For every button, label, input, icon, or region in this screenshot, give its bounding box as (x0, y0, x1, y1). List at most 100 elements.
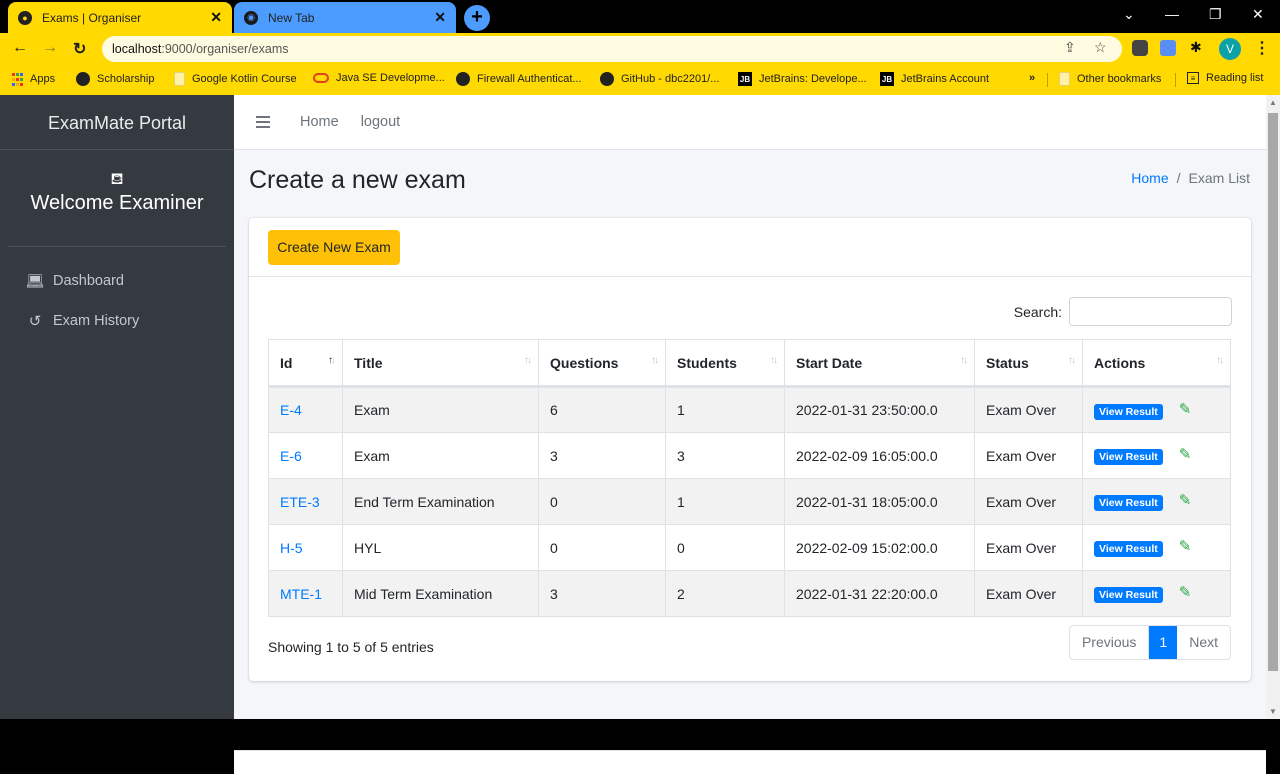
edit-pencil-icon[interactable]: ✎ (1179, 537, 1192, 555)
edit-pencil-icon[interactable]: ✎ (1179, 583, 1192, 601)
bookmark-scholarship[interactable]: Scholarship (76, 72, 154, 86)
back-icon[interactable]: ← (12, 39, 28, 57)
cell-questions: 3 (538, 570, 666, 617)
cell-actions: View Result ✎ (1082, 524, 1231, 571)
view-result-button[interactable]: View Result (1094, 587, 1163, 603)
column-label: Status (986, 354, 1029, 371)
column-header-actions[interactable]: Actions ↑↓ (1082, 339, 1231, 388)
nav-logout-link[interactable]: logout (361, 114, 401, 130)
browser-toolbar: ← → ↻ i localhost:9000/organiser/exams ⇪… (0, 33, 1280, 470)
exam-id-link[interactable]: ETE-3 (280, 494, 320, 510)
bookmark-github[interactable]: GitHub - dbc2201/... (600, 72, 719, 86)
apps-grid-icon (12, 72, 23, 86)
cell-students: 3 (665, 432, 785, 479)
globe-icon (456, 72, 470, 86)
exam-id-link[interactable]: H-5 (280, 540, 303, 556)
brand-link[interactable]: ExamMate Portal (0, 95, 234, 150)
pagination-next[interactable]: Next (1177, 626, 1230, 659)
table-info: Showing 1 to 5 of 5 entries (268, 639, 434, 655)
reading-list[interactable]: ≡ Reading list (1187, 72, 1263, 84)
page-scrollbar[interactable]: ▲ ▼ (1266, 95, 1280, 719)
bookmark-jetbrains-developer[interactable]: JB JetBrains: Develope... (738, 72, 867, 86)
view-result-button[interactable]: View Result (1094, 403, 1163, 420)
table-row: E-4 Exam 6 1 2022-01-31 23:50:00.0 Exam Over V… (268, 386, 1231, 433)
column-header-questions[interactable]: Questions ↑↓ (538, 339, 666, 388)
cell-students: 1 (665, 478, 785, 525)
view-result-button[interactable]: View Result (1094, 449, 1163, 465)
pagination-previous[interactable]: Previous (1070, 626, 1150, 659)
address-bar[interactable]: i localhost:9000/organiser/exams (102, 36, 1122, 470)
reload-icon[interactable]: ↻ (73, 39, 86, 59)
hamburger-menu-icon[interactable] (256, 113, 270, 131)
breadcrumb-home-link[interactable]: Home (1131, 170, 1168, 186)
view-result-button[interactable]: View Result (1094, 495, 1163, 511)
minimize-icon[interactable]: — (1165, 6, 1179, 22)
edit-pencil-icon[interactable]: ✎ (1179, 491, 1192, 509)
tab-search-icon[interactable]: ⌄ (1123, 6, 1135, 23)
exam-id-link[interactable]: E-4 (280, 402, 302, 418)
sidebar-item-exam-history[interactable]: ↺ Exam History (0, 301, 234, 341)
column-header-id[interactable]: Id ↑↓ (268, 339, 343, 388)
bookmark-label: Other bookmarks (1077, 73, 1162, 85)
exam-id-link[interactable]: E-6 (280, 448, 302, 464)
share-icon[interactable]: ⇪ (1064, 39, 1076, 56)
cell-actions: View Result ✎ (1082, 432, 1231, 479)
view-result-button[interactable]: View Result (1094, 541, 1163, 557)
table-row: E-6 Exam 3 3 2022-02-09 16:05:00.0 Exam Over V… (268, 432, 1231, 479)
column-header-students[interactable]: Students ↑↓ (665, 339, 785, 388)
sidebar-item-dashboard[interactable]: 💻︎ Dashboard (0, 261, 234, 301)
forward-icon[interactable]: → (42, 39, 58, 57)
close-tab-icon[interactable]: ✕ (434, 9, 446, 26)
bookmark-kotlin[interactable]: Google Kotlin Course (174, 72, 297, 86)
cell-students: 0 (665, 524, 785, 571)
table-row: ETE-3 End Term Examination 0 1 2022-01-31 18… (268, 478, 1231, 525)
exam-id-link[interactable]: MTE-1 (280, 586, 322, 602)
breadcrumb: Home / Exam List (1131, 170, 1250, 186)
cell-actions: View Result ✎ (1082, 570, 1231, 617)
menu-kebab-icon[interactable]: ⋮ (1254, 38, 1270, 58)
other-bookmarks[interactable]: Other bookmarks (1059, 72, 1161, 86)
nav-home-link[interactable]: Home (300, 114, 339, 130)
bookmark-firewall[interactable]: Firewall Authenticat... (456, 72, 582, 86)
tab-title: Exams | Organiser (42, 10, 142, 25)
table-row: MTE-1 Mid Term Examination 3 2 2022-01-31 22… (268, 570, 1231, 617)
column-header-status[interactable]: Status ↑↓ (974, 339, 1083, 388)
extension-icon[interactable] (1132, 40, 1148, 56)
pagination-page-1[interactable]: 1 (1149, 626, 1178, 659)
restore-icon[interactable]: ❐ (1209, 6, 1222, 23)
edit-pencil-icon[interactable]: ✎ (1179, 445, 1192, 463)
edit-pencil-icon[interactable]: ✎ (1179, 400, 1192, 418)
oracle-icon (313, 73, 329, 83)
new-tab-button[interactable]: + (464, 5, 490, 31)
scroll-down-icon[interactable]: ▼ (1269, 707, 1277, 716)
scrollbar-thumb[interactable] (1268, 113, 1278, 671)
search-input[interactable] (1069, 297, 1232, 326)
close-window-icon[interactable]: ✕ (1252, 6, 1264, 23)
sort-icon: ↑↓ (770, 355, 778, 366)
bookmark-jetbrains-account[interactable]: JB JetBrains Account (880, 72, 989, 86)
cell-title: HYL (342, 524, 539, 571)
url-path: :9000/organiser/exams (161, 42, 289, 56)
scroll-up-icon[interactable]: ▲ (1269, 98, 1277, 107)
welcome-text: Welcome Examiner (30, 192, 204, 214)
tab-new-tab[interactable]: ◉ New Tab ✕ (234, 2, 456, 33)
column-header-start-date[interactable]: Start Date ↑↓ (784, 339, 975, 388)
sort-icon: ↑↓ (1068, 355, 1076, 366)
cell-id: H-5 (268, 524, 343, 571)
profile-avatar[interactable]: V (1219, 38, 1241, 60)
create-new-exam-button[interactable]: Create New Exam (268, 230, 400, 265)
cell-id: E-4 (268, 386, 343, 433)
bookmark-java-se[interactable]: Java SE Developme... (313, 72, 445, 84)
tab-exams-organiser[interactable]: ● Exams | Organiser ✕ (8, 2, 232, 33)
bookmark-apps[interactable]: Apps (12, 72, 55, 86)
extensions-puzzle-icon[interactable]: ✱ (1190, 39, 1202, 56)
cell-questions: 6 (538, 386, 666, 433)
bookmark-star-icon[interactable]: ☆ (1094, 39, 1107, 56)
bookmarks-overflow-button[interactable]: » (1029, 72, 1035, 84)
google-translate-icon[interactable] (1160, 40, 1176, 56)
cell-status: Exam Over (974, 432, 1083, 479)
column-header-title[interactable]: Title ↑↓ (342, 339, 539, 388)
jetbrains-icon: JB (880, 72, 894, 86)
close-tab-icon[interactable]: ✕ (210, 9, 222, 26)
bookmark-label: Apps (30, 73, 56, 85)
